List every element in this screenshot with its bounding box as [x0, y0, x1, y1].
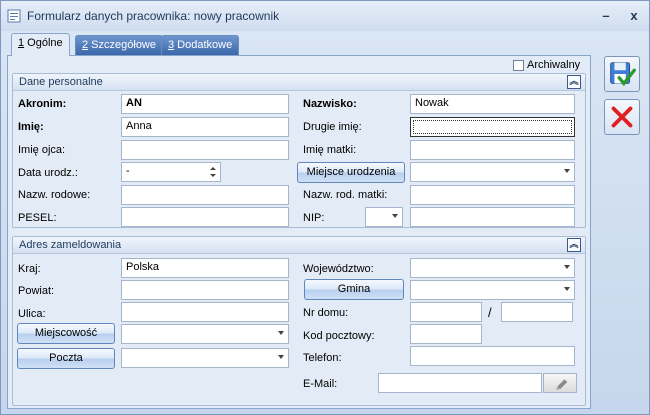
employee-form-window: Formularz danych pracownika: nowy pracow… — [0, 0, 650, 415]
imie-matki-label: Imię matki: — [303, 144, 357, 156]
chevron-down-icon — [564, 169, 570, 173]
chevron-down-icon — [564, 265, 570, 269]
nazw-rodowe-label: Nazw. rodowe: — [18, 189, 91, 201]
group-adres-zameldowania-title: Adres zameldowania — [19, 239, 122, 251]
nip-label: NIP: — [303, 212, 325, 224]
gmina-select[interactable] — [410, 280, 575, 300]
imie-matki-input[interactable] — [410, 140, 575, 160]
form-app-icon — [7, 9, 21, 23]
email-input[interactable] — [378, 373, 542, 393]
kraj-label: Kraj: — [18, 263, 41, 275]
tab-dodatkowe[interactable]: 3 Dodatkowe — [161, 35, 240, 55]
pesel-input[interactable] — [121, 207, 289, 227]
akronim-input[interactable]: AN — [121, 94, 289, 114]
chevron-down-icon — [278, 331, 284, 335]
tab-dodatkowe-label: Dodatkowe — [174, 39, 233, 51]
chevron-down-icon — [278, 355, 284, 359]
poczta-select[interactable] — [121, 348, 289, 368]
archiwalny-label: Archiwalny — [527, 59, 581, 71]
miejscowosc-select[interactable] — [121, 324, 289, 344]
imie-ojca-input[interactable] — [121, 140, 289, 160]
imie-label: Imię: — [18, 121, 44, 133]
title-bar: Formularz danych pracownika: nowy pracow… — [1, 1, 649, 31]
wojewodztwo-select[interactable] — [410, 258, 575, 278]
chevron-down-icon — [564, 287, 570, 291]
powiat-input[interactable] — [121, 280, 289, 300]
miejsce-urodzenia-select[interactable] — [410, 162, 575, 182]
drugie-imie-input[interactable] — [410, 117, 575, 137]
cancel-x-icon — [611, 106, 633, 128]
poczta-button[interactable]: Poczta — [17, 348, 115, 369]
tab-szczegolowe[interactable]: 2 Szczegółowe — [75, 35, 163, 55]
nr-separator: / — [488, 305, 492, 320]
miejsce-urodzenia-button[interactable]: Miejsce urodzenia — [297, 162, 405, 183]
email-label: E-Mail: — [303, 378, 338, 390]
nr-domu-input[interactable] — [410, 302, 482, 322]
wojewodztwo-label: Województwo: — [303, 263, 374, 275]
nr-domu-label: Nr domu: — [303, 307, 349, 319]
imie-ojca-label: Imię ojca: — [18, 144, 66, 156]
minimize-button[interactable]: – — [597, 7, 615, 25]
nazw-rod-matki-input[interactable] — [410, 185, 575, 205]
group-dane-personalne-title: Dane personalne — [19, 76, 103, 88]
data-urodz-date-picker[interactable]: - — [121, 162, 221, 182]
miejscowosc-button[interactable]: Miejscowość — [17, 323, 115, 344]
archiwalny-checkbox[interactable]: Archiwalny — [513, 59, 580, 71]
nazw-rodowe-input[interactable] — [121, 185, 289, 205]
spin-down-icon[interactable] — [210, 174, 216, 177]
archiwalny-checkbox-box[interactable] — [513, 59, 524, 71]
pencil-icon — [556, 379, 568, 391]
tab-ogolne[interactable]: 1 Ogólne — [11, 33, 70, 56]
telefon-label: Telefon: — [303, 352, 342, 364]
group-dane-personalne-header: Dane personalne ︽ — [13, 74, 585, 91]
save-disk-check-icon — [610, 62, 636, 87]
nazwisko-input[interactable]: Nowak — [410, 94, 575, 114]
window-title: Formularz danych pracownika: nowy pracow… — [27, 9, 280, 23]
data-urodz-label: Data urodz.: — [18, 167, 78, 179]
nip-input[interactable] — [410, 207, 575, 227]
kod-pocztowy-label: Kod pocztowy: — [303, 330, 375, 342]
drugie-imie-label: Drugie imię: — [303, 121, 362, 133]
nip-prefix-select[interactable] — [365, 207, 403, 227]
nazwisko-label: Nazwisko: — [303, 98, 357, 110]
ulica-input[interactable] — [121, 302, 289, 322]
akronim-label: Akronim: — [18, 98, 67, 110]
group-adres-zameldowania-header: Adres zameldowania ︽ — [13, 237, 585, 254]
gmina-button[interactable]: Gmina — [304, 279, 404, 300]
collapse-address-icon[interactable]: ︽ — [567, 238, 581, 252]
nr-lokalu-input[interactable] — [501, 302, 573, 322]
kod-pocztowy-input[interactable] — [410, 324, 482, 344]
ulica-label: Ulica: — [18, 308, 46, 320]
close-window-button[interactable]: x — [625, 7, 643, 25]
powiat-label: Powiat: — [18, 285, 55, 297]
kraj-input[interactable]: Polska — [121, 258, 289, 278]
chevron-down-icon — [392, 214, 398, 218]
send-email-button[interactable] — [543, 373, 577, 393]
spin-up-icon[interactable] — [210, 167, 216, 170]
tab-content-ogolne: Archiwalny Dane personalne ︽ Akronim: AN… — [7, 55, 591, 409]
telefon-input[interactable] — [410, 346, 575, 366]
collapse-personal-icon[interactable]: ︽ — [567, 75, 581, 89]
pesel-label: PESEL: — [18, 212, 57, 224]
tab-ogolne-label: Ogólne — [24, 37, 63, 49]
cancel-button[interactable] — [604, 99, 640, 135]
tab-szczegolowe-label: Szczegółowe — [88, 39, 156, 51]
data-urodz-value: - — [126, 165, 130, 177]
imie-input[interactable]: Anna — [121, 117, 289, 137]
nazw-rod-matki-label: Nazw. rod. matki: — [303, 189, 388, 201]
save-button[interactable] — [604, 56, 640, 92]
